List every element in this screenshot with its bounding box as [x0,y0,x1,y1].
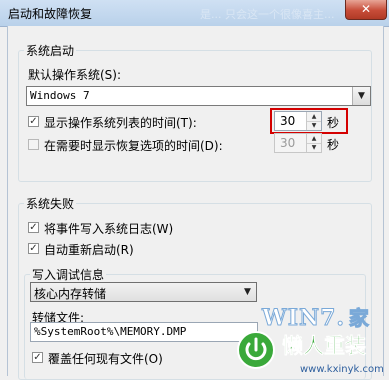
show-recovery-unit: 秒 [327,138,340,152]
show-os-list-spinner[interactable]: 30 ▲ ▼ [274,111,322,131]
dump-file-input[interactable]: %SystemRoot%\MEMORY.DMP [30,322,258,342]
overwrite-label: 覆盖任何现有文件(O) [48,352,163,366]
show-recovery-value: 30 [280,136,296,150]
dialog-content: 系统启动 默认操作系统(S): Windows 7 ▼ ✓ 显示操作系统列表的时… [7,26,384,380]
default-os-label: 默认操作系统(S): [28,68,122,82]
system-startup-legend: 系统启动 [24,42,77,59]
write-event-checkbox[interactable]: ✓ [28,222,39,233]
close-button[interactable]: ✕ [345,0,387,20]
show-recovery-label: 在需要时显示恢复选项的时间(D): [44,139,223,153]
overwrite-checkbox[interactable]: ✓ [32,352,43,363]
window-title: 启动和故障恢复 [8,7,93,21]
show-os-list-value: 30 [280,114,296,128]
show-recovery-checkbox[interactable] [28,139,39,150]
system-failure-legend: 系统失败 [24,195,77,212]
dump-file-value: %SystemRoot%\MEMORY.DMP [34,325,187,338]
default-os-value: Windows 7 [30,89,90,102]
default-os-select[interactable]: Windows 7 ▼ [26,86,371,106]
spin-down-icon[interactable]: ▼ [307,121,321,130]
title-bar: 启动和故障恢复 是... 只会这一个很像喜主... ✕ [0,0,389,27]
show-os-list-label: 显示操作系统列表的时间(T): [44,116,197,130]
auto-restart-label: 自动重新启动(R) [44,243,134,257]
debug-type-value: 核心内存转储 [34,287,107,301]
background-window-title: 是... 只会这一个很像喜主... [200,8,335,21]
debug-info-legend: 写入调试信息 [30,266,107,283]
show-os-list-unit: 秒 [327,116,340,130]
show-os-list-checkbox[interactable]: ✓ [28,116,39,127]
chevron-down-icon[interactable]: ▼ [239,283,256,301]
show-recovery-spinner[interactable]: 30 ▲ ▼ [274,133,322,153]
spin-down-icon[interactable]: ▼ [307,143,321,152]
write-event-label: 将事件写入系统日志(W) [44,222,174,236]
debug-type-select[interactable]: 核心内存转储 ▼ [30,282,257,302]
chevron-down-icon[interactable]: ▼ [352,87,370,105]
auto-restart-checkbox[interactable]: ✓ [28,243,39,254]
